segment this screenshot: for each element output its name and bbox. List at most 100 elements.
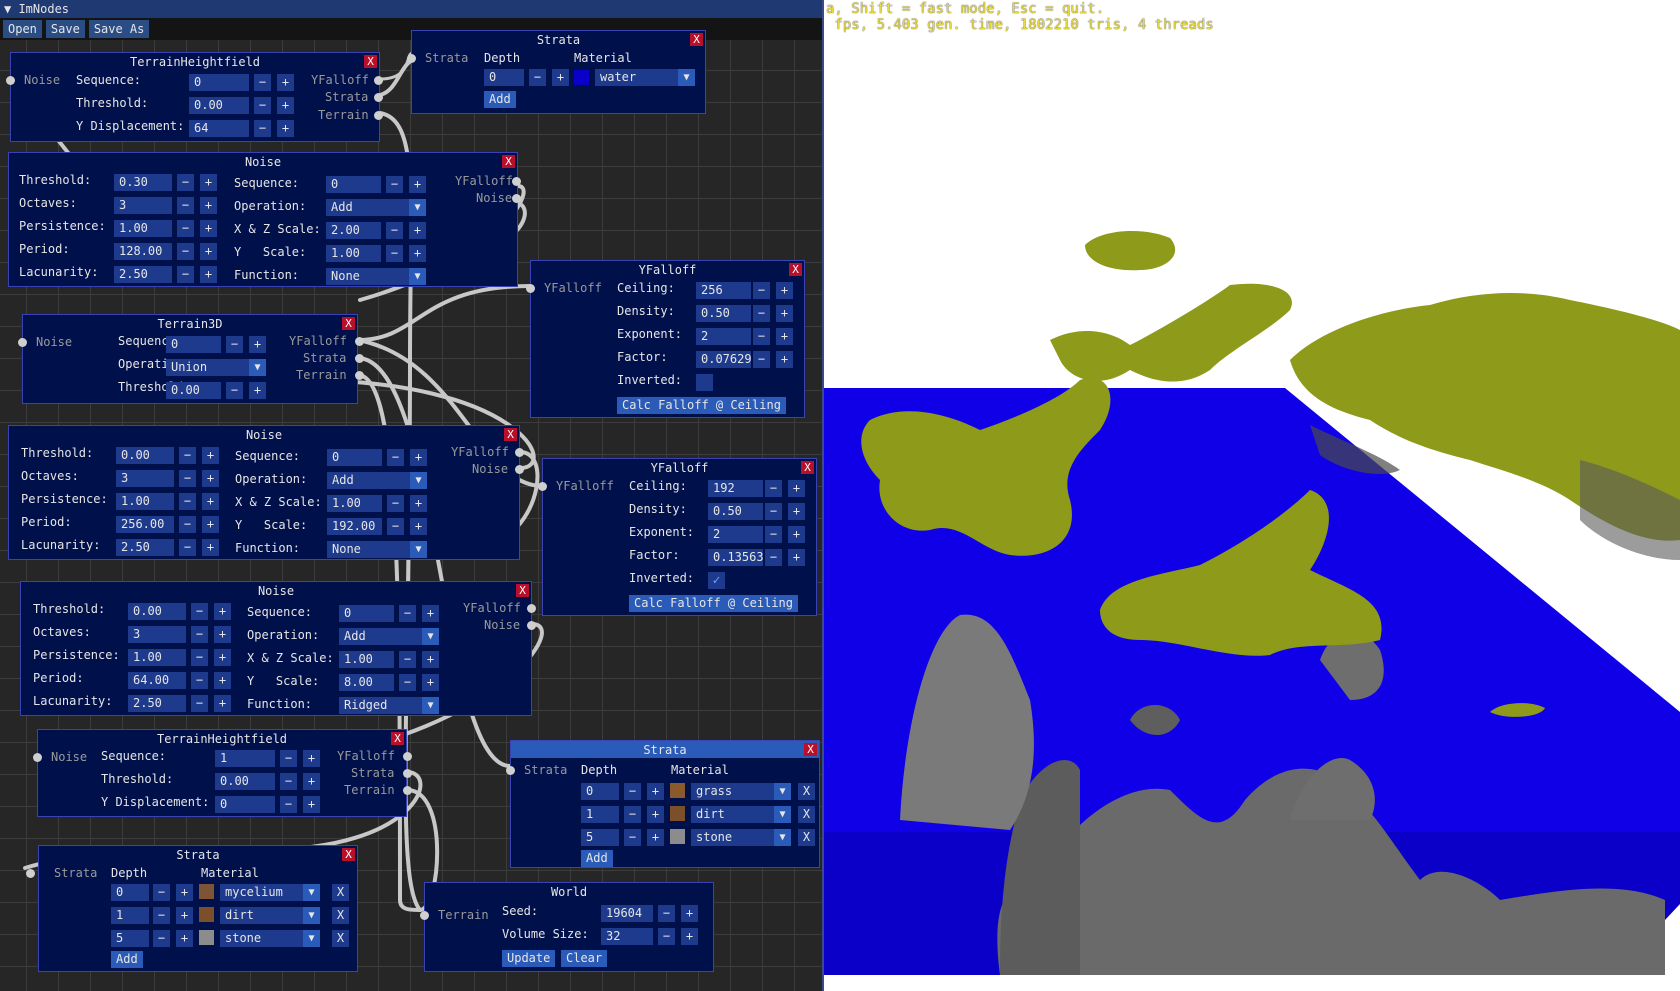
node-yfalloff-2[interactable]: YFalloff X YFalloff Ceiling: 192 − + Den… <box>538 458 817 616</box>
decrement-button[interactable]: − <box>753 328 770 345</box>
octaves-field[interactable]: 3 <box>116 470 174 487</box>
exponent-field[interactable]: 2 <box>696 328 751 345</box>
increment-button[interactable]: + <box>788 549 805 566</box>
volume-size-field[interactable]: 32 <box>601 928 653 945</box>
remove-row-button[interactable]: X <box>798 783 815 800</box>
output-pin-strata[interactable] <box>355 354 364 363</box>
sequence-field[interactable]: 0 <box>326 176 381 193</box>
lacunarity-field[interactable]: 2.50 <box>116 539 174 556</box>
decrement-button[interactable]: − <box>399 674 416 691</box>
depth-field[interactable]: 5 <box>581 829 619 846</box>
threshold-field[interactable]: 0.00 <box>189 97 249 114</box>
remove-row-button[interactable]: X <box>798 806 815 823</box>
octaves-field[interactable]: 3 <box>114 197 172 214</box>
output-pin-strata[interactable] <box>374 93 383 102</box>
decrement-button[interactable]: − <box>254 97 271 114</box>
decrement-button[interactable]: − <box>179 516 196 533</box>
calc-falloff-button[interactable]: Calc Falloff @ Ceiling <box>629 595 798 612</box>
decrement-button[interactable]: − <box>765 503 782 520</box>
factor-field[interactable]: 0.13563 <box>708 549 763 566</box>
increment-button[interactable]: + <box>422 674 439 691</box>
material-dropdown[interactable]: dirt ▼ <box>220 907 320 924</box>
close-icon[interactable]: X <box>391 732 404 745</box>
increment-button[interactable]: + <box>647 783 664 800</box>
increment-button[interactable]: + <box>647 806 664 823</box>
node-noise-3[interactable]: Noise X Threshold: 0.00 − + Octaves: 3 −… <box>20 581 536 716</box>
input-pin-yfalloff[interactable] <box>538 482 547 491</box>
decrement-button[interactable]: − <box>153 884 170 901</box>
input-pin-terrain[interactable] <box>420 911 429 920</box>
sequence-field[interactable]: 0 <box>339 605 394 622</box>
increment-button[interactable]: + <box>202 493 219 510</box>
node-strata-water[interactable]: Strata X Strata Depth Material 0 − + wat… <box>407 30 706 114</box>
ceiling-field[interactable]: 256 <box>696 282 751 299</box>
function-dropdown[interactable]: Ridged ▼ <box>339 697 439 714</box>
decrement-button[interactable]: − <box>658 905 675 922</box>
decrement-button[interactable]: − <box>624 783 641 800</box>
calc-falloff-button[interactable]: Calc Falloff @ Ceiling <box>617 397 786 414</box>
increment-button[interactable]: + <box>776 305 793 322</box>
threshold-field[interactable]: 0.00 <box>116 447 174 464</box>
octaves-field[interactable]: 3 <box>128 626 186 643</box>
increment-button[interactable]: + <box>200 266 217 283</box>
decrement-button[interactable]: − <box>753 282 770 299</box>
add-button[interactable]: Add <box>484 91 516 108</box>
increment-button[interactable]: + <box>410 449 427 466</box>
node-strata-mycelium[interactable]: Strata X Strata Depth Material 0 − + myc… <box>26 845 358 972</box>
increment-button[interactable]: + <box>200 197 217 214</box>
close-icon[interactable]: X <box>801 461 814 474</box>
sequence-field[interactable]: 0 <box>327 449 382 466</box>
remove-row-button[interactable]: X <box>798 829 815 846</box>
operation-dropdown[interactable]: Add ▼ <box>327 472 427 489</box>
output-pin-yfalloff[interactable] <box>374 76 383 85</box>
increment-button[interactable]: + <box>409 222 426 239</box>
xz-scale-field[interactable]: 1.00 <box>327 495 382 512</box>
output-pin-terrain[interactable] <box>403 786 412 795</box>
input-pin-yfalloff[interactable] <box>526 284 535 293</box>
decrement-button[interactable]: − <box>753 305 770 322</box>
increment-button[interactable]: + <box>202 447 219 464</box>
remove-row-button[interactable]: X <box>332 930 349 947</box>
input-pin-noise[interactable] <box>6 76 15 85</box>
node-terrain3d[interactable]: Terrain3D X Noise Sequence: 0 − + Operat… <box>18 314 364 404</box>
operation-dropdown[interactable]: Add ▼ <box>326 199 426 216</box>
output-pin-terrain[interactable] <box>355 371 364 380</box>
decrement-button[interactable]: − <box>765 549 782 566</box>
operation-dropdown[interactable]: Add ▼ <box>339 628 439 645</box>
decrement-button[interactable]: − <box>386 176 403 193</box>
y-scale-field[interactable]: 1.00 <box>326 245 381 262</box>
close-icon[interactable]: X <box>690 33 703 46</box>
decrement-button[interactable]: − <box>254 74 271 91</box>
node-noise-1[interactable]: Noise X Threshold: 0.30 − + Octaves: 3 −… <box>8 152 521 287</box>
period-field[interactable]: 256.00 <box>116 516 174 533</box>
node-terrain-heightfield-2[interactable]: TerrainHeightfield X Noise Sequence: 1 −… <box>33 729 412 817</box>
increment-button[interactable]: + <box>409 176 426 193</box>
decrement-button[interactable]: − <box>191 649 208 666</box>
depth-field[interactable]: 5 <box>111 930 149 947</box>
clear-button[interactable]: Clear <box>561 950 608 967</box>
period-field[interactable]: 128.00 <box>114 243 172 260</box>
increment-button[interactable]: + <box>214 626 231 643</box>
function-dropdown[interactable]: None ▼ <box>327 541 427 558</box>
increment-button[interactable]: + <box>176 930 193 947</box>
decrement-button[interactable]: − <box>177 243 194 260</box>
output-pin-strata[interactable] <box>403 769 412 778</box>
save-button[interactable]: Save <box>45 20 85 38</box>
decrement-button[interactable]: − <box>177 220 194 237</box>
increment-button[interactable]: + <box>214 649 231 666</box>
decrement-button[interactable]: − <box>226 336 243 353</box>
persistence-field[interactable]: 1.00 <box>114 220 172 237</box>
depth-field[interactable]: 1 <box>111 907 149 924</box>
increment-button[interactable]: + <box>422 651 439 668</box>
increment-button[interactable]: + <box>303 750 320 767</box>
increment-button[interactable]: + <box>277 74 294 91</box>
close-icon[interactable]: X <box>342 317 355 330</box>
input-pin-noise[interactable] <box>33 753 42 762</box>
threshold-field[interactable]: 0.00 <box>215 773 275 790</box>
decrement-button[interactable]: − <box>179 539 196 556</box>
save-as-button[interactable]: Save As <box>88 20 150 38</box>
seed-field[interactable]: 19604 <box>601 905 653 922</box>
inverted-checkbox[interactable]: ✓ <box>708 572 725 589</box>
decrement-button[interactable]: − <box>177 266 194 283</box>
increment-button[interactable]: + <box>303 773 320 790</box>
